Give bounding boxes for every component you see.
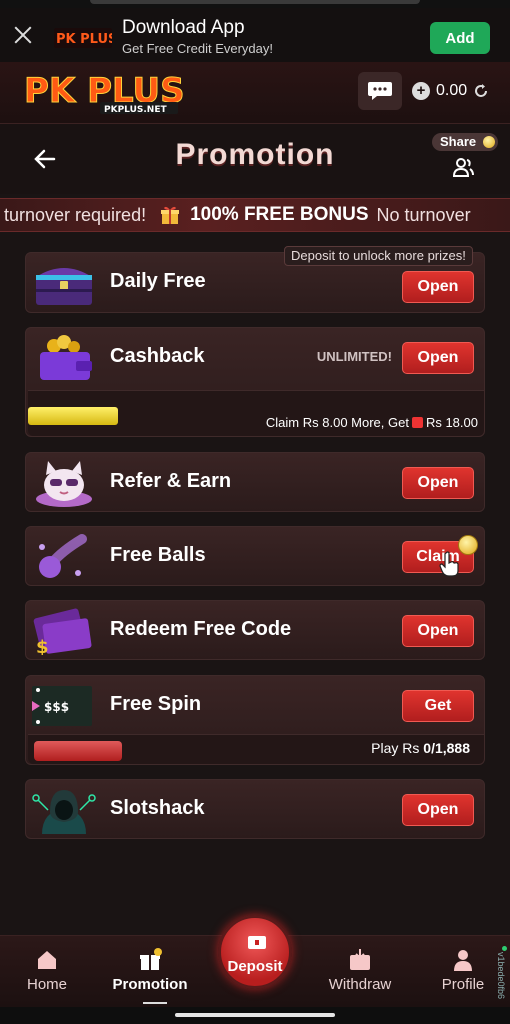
coin-icon <box>483 136 496 148</box>
chat-button[interactable] <box>358 72 402 110</box>
nav-withdraw[interactable]: Withdraw <box>315 936 405 1008</box>
add-funds-icon[interactable]: + <box>412 82 430 100</box>
redeem-code-open-button[interactable]: Open <box>402 615 474 647</box>
refer-earn-title: Refer & Earn <box>110 470 232 492</box>
nav-home[interactable]: Home <box>2 936 92 1008</box>
download-app-subtitle: Get Free Credit Everyday! <box>122 41 273 56</box>
pointer-hand-icon <box>439 551 459 577</box>
nav-profile[interactable]: Profile <box>418 936 508 1008</box>
free-spin-progress-value: 0/1,888 <box>423 740 470 756</box>
cashback-progress-area: Claim Rs 8.00 More, Get Rs 18.00 <box>28 390 484 436</box>
marquee-text-after: No turnover <box>376 204 471 225</box>
deposit-wallet-icon <box>248 936 266 949</box>
cat-mascot-icon <box>36 461 92 507</box>
share-badge[interactable]: Share <box>432 133 499 151</box>
nav-active-indicator <box>143 1002 167 1004</box>
daily-free-title: Daily Free <box>110 270 206 292</box>
status-pill <box>90 0 420 4</box>
wallet-coins-icon <box>40 335 92 380</box>
page-header: Promotion Share <box>0 124 510 194</box>
cashback-progress-suffix: Rs 18.00 <box>425 415 478 430</box>
balance-amount: 0.00 <box>436 82 468 99</box>
redeem-code-title: Redeem Free Code <box>110 618 292 640</box>
svg-text:PK PLUS: PK PLUS <box>56 32 112 47</box>
deposit-label: Deposit <box>227 958 283 975</box>
slot-reel-icon: $$$ <box>32 686 92 726</box>
download-app-title: Download App <box>122 17 245 38</box>
add-button[interactable]: Add <box>430 22 490 54</box>
withdraw-wallet-icon <box>350 949 370 970</box>
system-home-bar <box>0 1007 510 1024</box>
free-spin-title: Free Spin <box>110 693 202 715</box>
unlimited-badge: UNLIMITED! <box>316 349 392 364</box>
free-spin-progress-bar <box>34 741 122 761</box>
promo-card-refer-earn: Refer & Earn Open <box>25 452 485 512</box>
ticket-icon: $ <box>33 608 92 655</box>
promo-card-free-balls: Free Balls Claim <box>25 526 485 586</box>
status-strip <box>0 0 510 8</box>
refer-earn-open-button[interactable]: Open <box>402 467 474 499</box>
free-balls-title: Free Balls <box>110 544 206 566</box>
users-icon[interactable] <box>452 156 474 178</box>
deposit-button[interactable]: Deposit <box>218 915 292 989</box>
balance-display: + 0.00 <box>412 82 489 100</box>
profile-icon <box>454 950 472 971</box>
chat-bubble-icon <box>368 82 392 100</box>
nav-profile-label: Profile <box>441 976 485 993</box>
nav-promotion[interactable]: Promotion <box>105 936 195 1008</box>
cashback-open-button[interactable]: Open <box>402 342 474 374</box>
home-handle[interactable] <box>175 1013 335 1017</box>
nav-home-label: Home <box>26 976 67 993</box>
free-spin-progress-area: Play Rs 0/1,888 <box>28 734 484 764</box>
promo-card-slotshack: Slotshack Open <box>25 779 485 839</box>
announcement-marquee: turnover required! 100% FREE BONUS No tu… <box>0 198 510 232</box>
svg-text:$: $ <box>36 637 49 655</box>
ball-icon <box>39 534 87 578</box>
share-label: Share <box>440 134 477 149</box>
svg-text:$$$: $$$ <box>44 700 69 714</box>
deposit-unlock-tooltip: Deposit to unlock more prizes! <box>284 246 473 266</box>
promo-card-free-spin: $$$ Free Spin Get Play Rs 0/1,888 <box>25 675 485 765</box>
daily-free-open-button[interactable]: Open <box>402 271 474 303</box>
top-header: PK PLUS PKPLUS.NET + 0.00 <box>0 62 510 124</box>
nav-withdraw-label: Withdraw <box>328 976 392 993</box>
treasure-chest-icon <box>36 268 92 305</box>
close-icon[interactable] <box>12 24 34 46</box>
marquee-bonus: 100% FREE BONUS <box>190 204 369 225</box>
cashback-title: Cashback <box>110 345 205 367</box>
hacker-icon <box>32 790 96 834</box>
brand-logo[interactable]: PK PLUS PKPLUS.NET <box>24 70 184 116</box>
refresh-icon[interactable] <box>473 83 489 99</box>
home-icon <box>38 951 56 969</box>
download-banner: PK PLUS Download App Get Free Credit Eve… <box>0 8 510 62</box>
free-spin-get-button[interactable]: Get <box>402 690 474 722</box>
gift-icon <box>161 206 180 224</box>
promo-card-cashback: Cashback UNLIMITED! Open Claim Rs 8.00 M… <box>25 327 485 437</box>
slotshack-open-button[interactable]: Open <box>402 794 474 826</box>
svg-text:PKPLUS.NET: PKPLUS.NET <box>104 105 167 115</box>
app-logo-icon: PK PLUS <box>54 28 112 48</box>
marquee-text-before: turnover required! <box>4 204 147 225</box>
free-spin-progress-text: Play Rs 0/1,888 <box>371 740 470 756</box>
gift-icon <box>140 948 162 970</box>
promo-card-redeem-code: $ Redeem Free Code Open <box>25 600 485 660</box>
status-dot <box>502 946 507 951</box>
nav-promotion-label: Promotion <box>112 976 188 993</box>
cashback-progress-text: Claim Rs 8.00 More, Get Rs 18.00 <box>266 415 478 430</box>
slotshack-title: Slotshack <box>110 797 205 819</box>
cashback-progress-bar <box>28 407 118 425</box>
gift-icon <box>411 417 423 428</box>
free-spin-progress-prefix: Play Rs <box>371 740 420 756</box>
version-label: v1bede0fb6 <box>496 952 506 1000</box>
cashback-progress-prefix: Claim Rs 8.00 More, Get <box>265 415 409 430</box>
